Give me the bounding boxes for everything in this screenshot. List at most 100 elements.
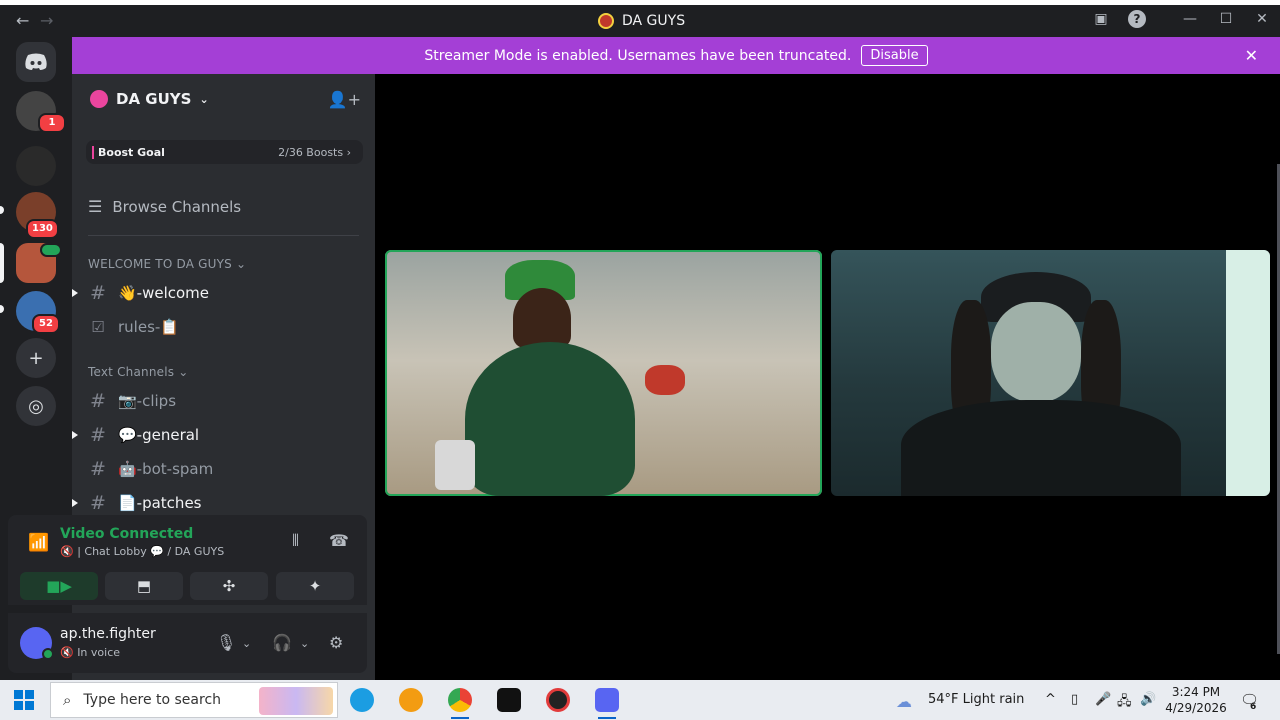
compass-icon: ◎ [28, 395, 44, 417]
mention-badge: 52 [32, 314, 60, 334]
video-live-indicator-icon [40, 243, 62, 257]
system-clock[interactable]: 3:24 PM 4/29/2026 [1158, 684, 1234, 716]
boost-goal-bar[interactable]: Boost Goal 2/36 Boosts › [86, 140, 363, 164]
show-hidden-icons-chevron-icon[interactable]: ^ [1045, 692, 1056, 707]
tray-device-icon[interactable]: ▯ [1071, 692, 1078, 707]
video-camera-icon: ■▶ [46, 577, 72, 595]
volume-icon[interactable]: 🔊 [1140, 692, 1156, 707]
unread-pill [0, 305, 4, 313]
camera-toggle-button[interactable]: ■▶ [20, 572, 98, 600]
invite-people-icon[interactable]: 👤+ [328, 90, 361, 109]
server-icon-2[interactable] [16, 146, 56, 186]
fl-studio-icon[interactable] [399, 688, 423, 712]
video-tile-participant-2[interactable] [831, 250, 1270, 496]
inbox-icon[interactable]: ▣ [1092, 10, 1110, 28]
taskbar-search-box[interactable]: ⌕ Type here to search [50, 682, 338, 718]
clock-time: 3:24 PM [1171, 685, 1221, 699]
forward-arrow-icon[interactable]: → [40, 11, 53, 30]
discover-servers-button[interactable]: ◎ [16, 386, 56, 426]
discord-taskbar-icon[interactable] [595, 688, 619, 712]
screen-share-icon: ⬒ [136, 577, 152, 595]
close-banner-icon[interactable]: ✕ [1245, 46, 1258, 65]
video-stage [375, 74, 1280, 680]
maximize-icon[interactable]: ☐ [1217, 10, 1235, 28]
back-arrow-icon[interactable]: ← [16, 11, 29, 30]
noise-suppression-icon[interactable]: ⦀ [292, 531, 299, 551]
network-icon[interactable]: 🖧 [1117, 692, 1132, 714]
unread-indicator [72, 431, 80, 439]
user-panel: ap.the.fighter 🔇 In voice 🎙 ⌄ 🎧 ⌄ ⚙ [8, 613, 367, 673]
participant-1-head [513, 288, 571, 348]
obs-recording-icon[interactable] [546, 688, 570, 712]
browse-channels-button[interactable]: ☰ Browse Channels [88, 197, 241, 216]
channel-rules[interactable]: ☑ rules-📋 [88, 312, 359, 342]
edge-browser-icon[interactable] [350, 688, 374, 712]
unread-indicator [72, 499, 80, 507]
disconnect-call-icon[interactable]: ☎ [329, 531, 349, 550]
selected-server-pill [0, 243, 4, 283]
window-light [1226, 250, 1270, 496]
video-tile-participant-1[interactable] [385, 250, 822, 496]
weather-cloud-icon: ☁ [896, 692, 912, 711]
server-logo-icon [598, 13, 614, 29]
streamer-mode-banner: Streamer Mode is enabled. Usernames have… [72, 37, 1280, 74]
voice-status[interactable]: Video Connected [60, 526, 193, 542]
mention-badge: 130 [26, 219, 59, 239]
hash-icon: # [90, 390, 106, 412]
add-server-button[interactable]: + [16, 338, 56, 378]
disable-streamer-mode-button[interactable]: Disable [861, 45, 928, 66]
hash-icon: # [90, 492, 106, 514]
soundboard-button[interactable]: ✦ [276, 572, 354, 600]
search-highlight-art [259, 687, 333, 715]
screen-share-button[interactable]: ⬒ [105, 572, 183, 600]
audio-options-chevron-icon[interactable]: ⌄ [300, 637, 309, 650]
minimize-icon[interactable]: — [1181, 10, 1199, 28]
channel-name: rules-📋 [118, 318, 179, 336]
title-bar-top-edge [0, 0, 1280, 5]
chevron-down-icon: ⌄ [199, 92, 209, 106]
weather-text[interactable]: 54°F Light rain [928, 692, 1024, 707]
hash-icon: # [90, 282, 106, 304]
channel-clips[interactable]: # 📷-clips [88, 386, 359, 416]
search-icon: ⌕ [63, 691, 72, 709]
activities-button[interactable]: ✣ [190, 572, 268, 600]
discord-logo-icon [25, 53, 47, 70]
participant-2-head [991, 302, 1081, 402]
headphones-icon[interactable]: 🎧 [272, 633, 292, 652]
plus-icon: + [28, 347, 44, 369]
browse-channels-label: Browse Channels [112, 197, 242, 216]
microphone-icon[interactable]: 🎙 [216, 633, 236, 652]
chevron-down-icon: ⌄ [178, 365, 189, 379]
notification-count: 6 [1250, 702, 1257, 712]
boxing-gloves [645, 365, 685, 395]
category-welcome[interactable]: WELCOME TO DA GUYS ⌄ [88, 257, 246, 271]
channel-general[interactable]: # 💬-general [88, 420, 359, 450]
username[interactable]: ap.the.fighter [60, 626, 156, 642]
channel-bot-spam[interactable]: # 🤖-bot-spam [88, 454, 359, 484]
mic-options-chevron-icon[interactable]: ⌄ [242, 637, 251, 650]
help-icon[interactable]: ? [1128, 10, 1146, 28]
capcut-icon[interactable] [497, 688, 521, 712]
close-window-icon[interactable]: ✕ [1253, 10, 1271, 28]
search-placeholder: Type here to search [83, 692, 222, 708]
chrome-icon[interactable] [448, 688, 472, 712]
connection-signal-icon[interactable]: 📶 [28, 533, 49, 553]
boost-progress-text: 2/36 Boosts [278, 145, 344, 159]
windows-start-icon[interactable] [14, 690, 34, 710]
mention-badge: 1 [38, 113, 66, 133]
tray-microphone-icon[interactable]: 🎤 [1095, 692, 1111, 707]
settings-gear-icon[interactable]: ⚙ [329, 633, 343, 652]
channel-welcome[interactable]: # 👋-welcome [88, 278, 359, 308]
windows-taskbar: ⌕ Type here to search ☁ 54°F Light rain … [0, 680, 1280, 720]
voice-channel-path[interactable]: 🔇 | Chat Lobby 💬 / DA GUYS [60, 545, 224, 558]
category-name: Text Channels [88, 365, 175, 379]
unread-indicator [72, 289, 80, 297]
clock-date: 4/29/2026 [1165, 701, 1227, 715]
participant-2-shirt [901, 400, 1181, 496]
discord-home-button[interactable] [16, 42, 56, 82]
banner-message: Streamer Mode is enabled. Usernames have… [424, 47, 852, 64]
chevron-down-icon: ⌄ [236, 257, 247, 271]
category-text-channels[interactable]: Text Channels ⌄ [88, 365, 188, 379]
boost-goal-label: Boost Goal [92, 145, 165, 159]
channel-patches[interactable]: # 📄-patches [88, 488, 359, 518]
